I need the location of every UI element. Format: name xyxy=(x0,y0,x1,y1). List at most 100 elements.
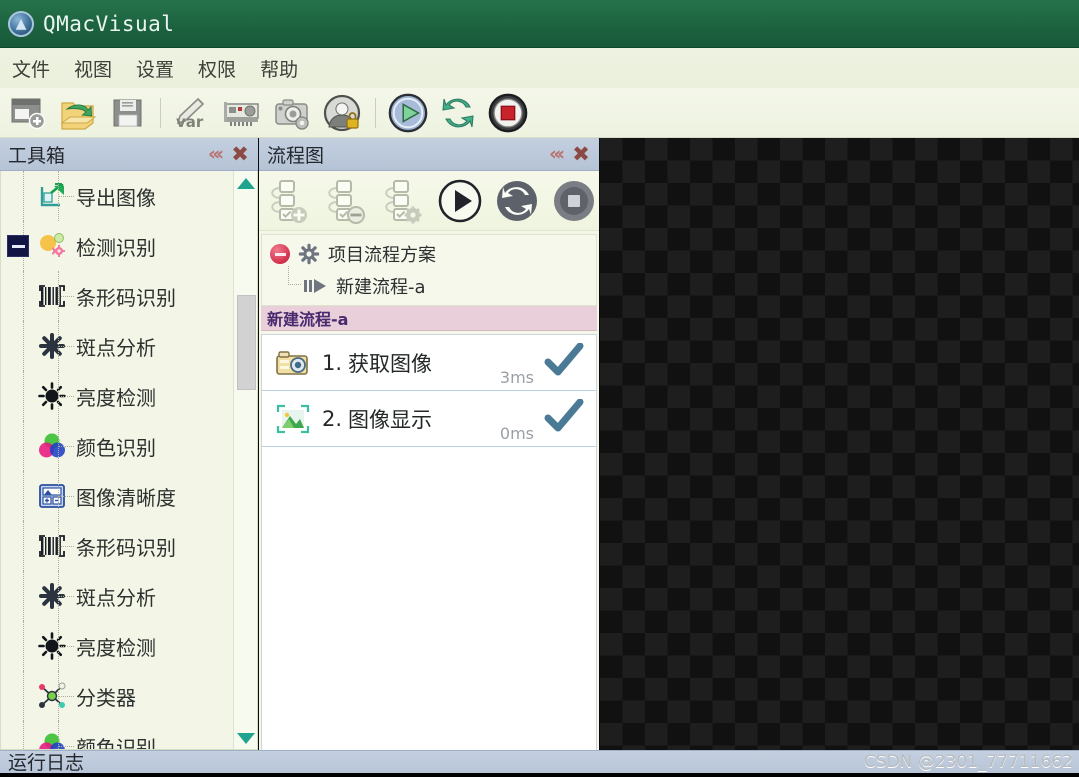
window-title: QMacVisual xyxy=(43,11,175,36)
toolbox-item-color-2[interactable]: 颜色识别 xyxy=(1,721,233,749)
scroll-up-arrow-icon[interactable] xyxy=(235,172,257,194)
flow-step-row-2[interactable]: 2. 图像显示 0ms xyxy=(262,391,596,447)
menu-bar: 文件 视图 设置 权限 帮助 xyxy=(0,48,1079,88)
main-toolbar: var xyxy=(0,88,1079,138)
flow-step-label-2: 图像显示 xyxy=(348,407,433,432)
collapse-minus-icon[interactable] xyxy=(7,235,29,257)
flowchart-project-tree: 项目流程方案 新建流程-a xyxy=(261,234,597,306)
tree-indent-guide xyxy=(23,521,24,571)
scrollbar-thumb[interactable] xyxy=(237,295,256,390)
save-project-button[interactable] xyxy=(106,91,150,135)
selected-flow-label: 新建流程-a xyxy=(267,310,349,329)
detect-recognize-icon xyxy=(37,231,67,261)
toolbox-item-brightness-2[interactable]: 亮度检测 xyxy=(1,621,233,671)
toolbox-title: 工具箱 xyxy=(8,144,66,167)
toolbox-item-classifier[interactable]: 分类器 xyxy=(1,671,233,721)
toolbox-item-blob-1[interactable]: 斑点分析 xyxy=(1,321,233,371)
flowchart-close-button[interactable]: ✖ xyxy=(568,141,594,167)
tree-indent-guide xyxy=(23,271,24,321)
app-logo-icon: ▲ xyxy=(8,10,34,37)
menu-help[interactable]: 帮助 xyxy=(260,55,298,82)
toolbox-item-brightness-1[interactable]: 亮度检测 xyxy=(1,371,233,421)
toolbox-collapse-button[interactable]: «‹ xyxy=(201,141,227,167)
continuous-run-button[interactable] xyxy=(436,91,480,135)
toolbox-close-button[interactable]: ✖ xyxy=(227,141,253,167)
image-viewport[interactable] xyxy=(600,138,1079,755)
selected-flow-bar[interactable]: 新建流程-a xyxy=(261,306,597,331)
tree-elbow xyxy=(58,496,74,497)
tree-elbow xyxy=(58,546,74,547)
triangle-up-glyph xyxy=(237,177,255,189)
scroll-down-arrow-icon[interactable] xyxy=(235,727,257,749)
flow-step-row-1[interactable]: 1. 获取图像 3ms xyxy=(262,335,596,391)
device-manager-button[interactable] xyxy=(221,91,265,135)
flow-settings-button[interactable] xyxy=(378,175,429,227)
flow-step-time-2: 0ms xyxy=(499,424,534,443)
toolbox-item-sharpness-1[interactable]: 图像清晰度 xyxy=(1,471,233,521)
camera-settings-button[interactable] xyxy=(271,91,315,135)
toolbox-scrollbar[interactable] xyxy=(233,171,257,749)
svg-text:var: var xyxy=(176,113,204,131)
variable-pen-icon: var xyxy=(176,97,205,131)
collapse-minus-icon[interactable] xyxy=(270,244,290,264)
tree-elbow xyxy=(58,196,74,197)
toolbox-item-export-image[interactable]: 导出图像 xyxy=(1,171,233,221)
image-display-icon xyxy=(274,402,312,436)
toolbox-item-label: 分类器 xyxy=(76,685,136,710)
flow-step-index-1: 1. xyxy=(322,350,343,375)
toolbox-item-label: 斑点分析 xyxy=(76,585,156,610)
tree-indent-guide xyxy=(23,471,24,521)
run-button[interactable] xyxy=(386,91,430,135)
minus-glyph xyxy=(11,244,25,248)
run-play-icon xyxy=(439,179,482,222)
toolbox-panel-header: 工具箱 «‹ ✖ xyxy=(0,138,258,171)
stop-button[interactable] xyxy=(486,91,530,135)
toolbox-item-barcode-1[interactable]: 条形码识别 xyxy=(1,271,233,321)
toolbox-item-color-1[interactable]: 颜色识别 xyxy=(1,421,233,471)
tree-elbow xyxy=(58,346,74,347)
flow-tree-child-row[interactable]: 新建流程-a xyxy=(262,266,596,302)
minus-glyph xyxy=(274,252,286,256)
menu-permissions[interactable]: 权限 xyxy=(198,55,236,82)
tree-indent-guide xyxy=(23,421,24,471)
menu-view[interactable]: 视图 xyxy=(74,55,112,82)
menu-settings[interactable]: 设置 xyxy=(136,55,174,82)
collapse-chevrons-icon: «‹ xyxy=(548,143,565,165)
flow-run-button[interactable] xyxy=(435,175,486,227)
open-project-button[interactable] xyxy=(56,91,100,135)
flowchart-panel-header: 流程图 «‹ ✖ xyxy=(259,138,599,171)
menu-file[interactable]: 文件 xyxy=(12,55,50,82)
user-permission-button[interactable] xyxy=(321,91,365,135)
tree-indent-guide xyxy=(23,621,24,671)
flowchart-collapse-button[interactable]: «‹ xyxy=(542,141,568,167)
flow-tree-child-label: 新建流程-a xyxy=(336,277,426,298)
save-floppy-icon xyxy=(113,99,142,126)
tree-elbow xyxy=(58,696,74,697)
new-project-icon xyxy=(11,98,46,129)
flow-step-label-1: 获取图像 xyxy=(348,351,433,376)
toolbox-item-label: 亮度检测 xyxy=(76,385,156,410)
camera-icon xyxy=(274,346,312,380)
check-icon xyxy=(544,342,584,383)
stop-square-icon xyxy=(488,93,528,132)
remove-flow-button[interactable] xyxy=(322,175,373,227)
toolbox-item-label: 颜色识别 xyxy=(76,435,156,460)
open-folder-icon xyxy=(60,101,97,130)
toolbar-separator-1 xyxy=(160,97,161,128)
new-project-button[interactable] xyxy=(6,91,50,135)
toolbox-item-label: 图像清晰度 xyxy=(76,485,176,510)
triangle-down-glyph xyxy=(237,732,255,744)
add-flow-button[interactable] xyxy=(265,175,316,227)
global-variable-button[interactable]: var xyxy=(171,91,215,135)
flow-tree-root-row[interactable]: 项目流程方案 xyxy=(262,238,596,270)
tree-elbow xyxy=(58,746,74,747)
toolbox-group-detect-recognize[interactable]: 检测识别 xyxy=(1,221,233,271)
toolbox-item-barcode-2[interactable]: 条形码识别 xyxy=(1,521,233,571)
toolbox-item-label: 条形码识别 xyxy=(76,285,176,310)
device-card-icon xyxy=(224,101,259,126)
toolbox-item-blob-2[interactable]: 斑点分析 xyxy=(1,571,233,621)
tree-indent-guide xyxy=(23,571,24,621)
flow-loop-button[interactable] xyxy=(492,175,543,227)
color-circles-icon xyxy=(37,731,67,749)
flow-stop-button[interactable] xyxy=(548,175,599,227)
